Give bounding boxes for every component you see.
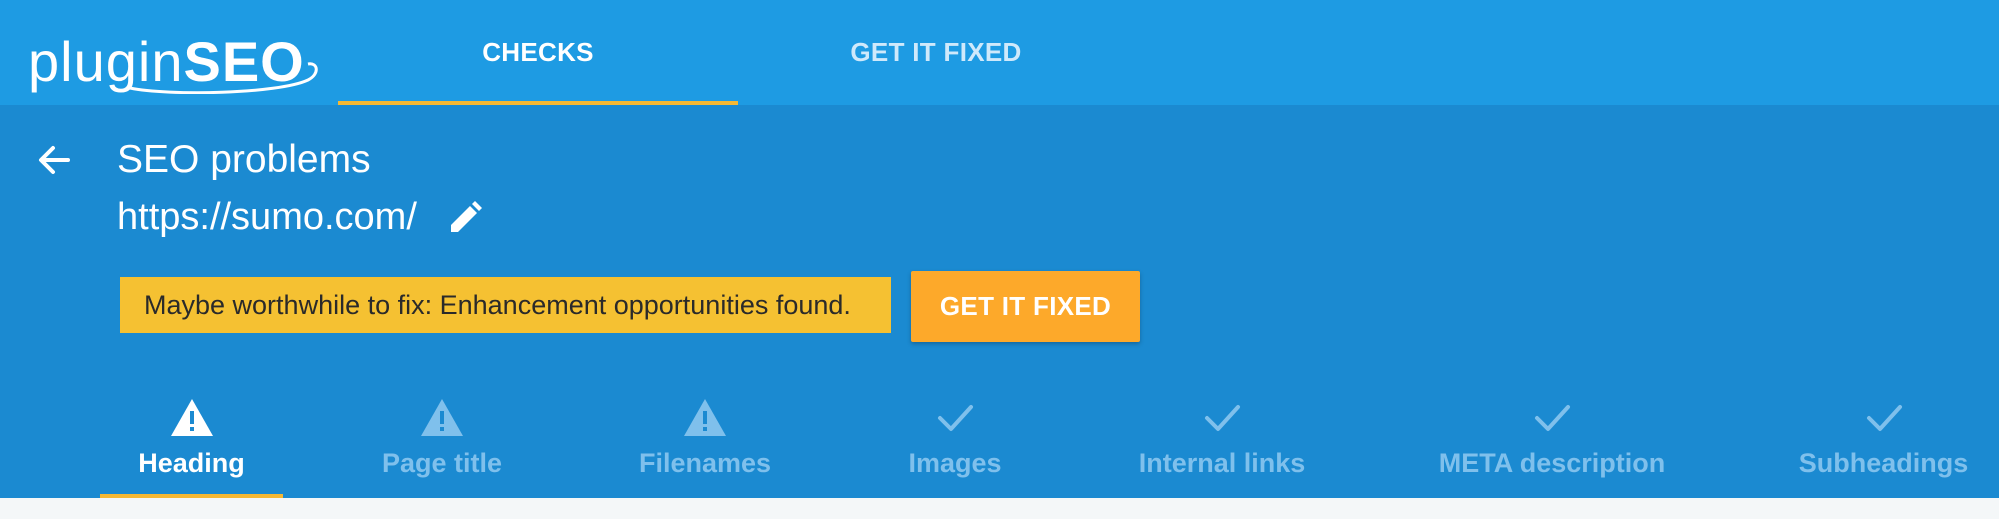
back-arrow-icon[interactable] <box>34 140 74 180</box>
check-tab-label: Filenames <box>638 448 772 478</box>
check-tab-label: Images <box>908 448 1002 478</box>
pencil-edit-icon[interactable] <box>445 198 485 238</box>
tab-get-it-fixed[interactable]: GET IT FIXED <box>736 0 1136 105</box>
check-tab-meta-description[interactable]: META description <box>1425 392 1679 498</box>
warning-icon <box>170 399 213 436</box>
check-tab-label: Heading <box>138 448 245 478</box>
check-tab-label: Subheadings <box>1798 448 1969 478</box>
url-row: https://sumo.com/ <box>117 196 485 239</box>
warning-icon <box>684 399 726 436</box>
check-tab-label: Page title <box>381 448 503 478</box>
check-icon <box>1866 405 1902 431</box>
top-bar: plugin SEO CHECKS GET IT FIXED <box>0 0 1999 105</box>
check-tab-active-underline <box>100 494 283 498</box>
check-icon <box>1535 405 1570 431</box>
check-tab-heading[interactable]: Heading <box>100 392 283 498</box>
site-url: https://sumo.com/ <box>117 196 417 238</box>
tab-checks-label: CHECKS <box>482 37 594 67</box>
check-tab-subheadings[interactable]: Subheadings <box>1790 392 1977 498</box>
status-notice: Maybe worthwhile to fix: Enhancement opp… <box>120 277 891 333</box>
check-tab-label: META description <box>1438 448 1666 478</box>
tab-get-it-fixed-label: GET IT FIXED <box>850 37 1022 67</box>
tab-checks[interactable]: CHECKS <box>338 0 738 105</box>
check-tab-filenames[interactable]: Filenames <box>625 392 785 498</box>
check-tab-page-title[interactable]: Page title <box>362 392 522 498</box>
check-tab-internal-links[interactable]: Internal links <box>1130 392 1314 498</box>
warning-icon <box>421 399 463 436</box>
page-title: SEO problems <box>117 138 371 181</box>
check-tab-images[interactable]: Images <box>890 392 1020 498</box>
logo-cable-icon <box>129 62 318 94</box>
get-it-fixed-button[interactable]: GET IT FIXED <box>911 271 1140 342</box>
check-tab-label: Internal links <box>1138 448 1306 478</box>
check-icon <box>938 405 973 431</box>
check-icon <box>1205 405 1240 431</box>
pluginseo-logo[interactable]: plugin SEO <box>28 20 318 94</box>
